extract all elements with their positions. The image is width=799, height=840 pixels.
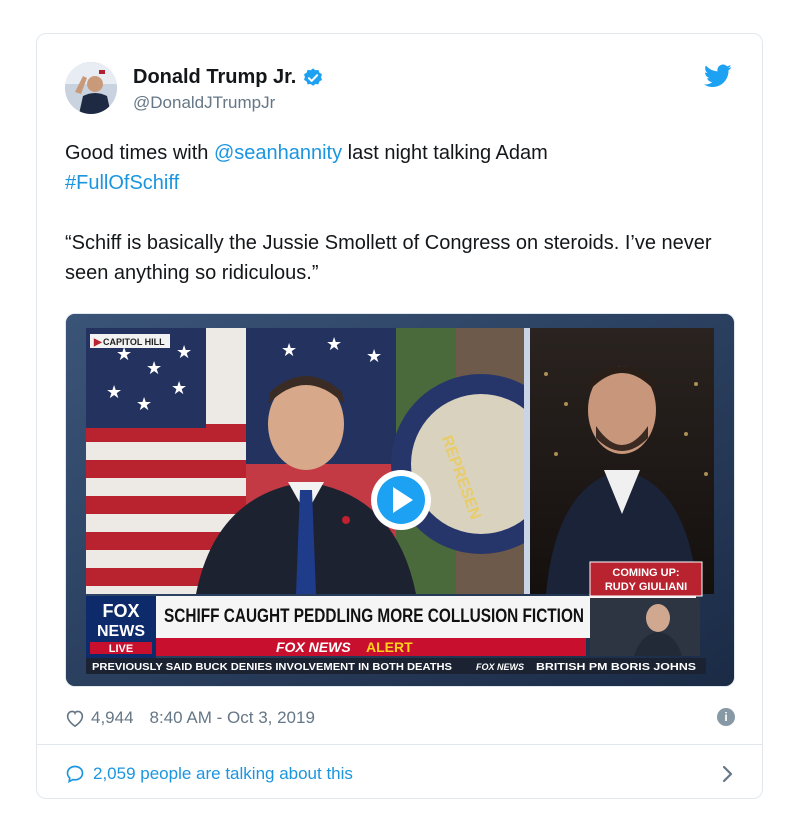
video-thumbnail[interactable]: ★ ★ ★ ★ ★ ★ ★ ★ ★ REPRESEN ▶ CAPITOL HIL… xyxy=(65,313,735,687)
fox-logo: FOX xyxy=(102,601,139,621)
talking-count[interactable]: 2,059 people are talking about this xyxy=(93,764,353,784)
twitter-bird-icon[interactable] xyxy=(704,64,732,88)
coming-up-line2: RUDY GIULIANI xyxy=(605,581,687,593)
alert-prefix: FOX NEWS xyxy=(276,639,351,655)
divider xyxy=(37,744,762,745)
author-name-row[interactable]: Donald Trump Jr. xyxy=(133,66,324,89)
conversation-link[interactable]: 2,059 people are talking about this xyxy=(65,760,735,788)
coming-up-line1: COMING UP: xyxy=(612,567,679,579)
headline: SCHIFF CAUGHT PEDDLING MORE COLLUSION FI… xyxy=(164,606,584,627)
speech-bubble-icon xyxy=(66,765,84,784)
svg-text:★: ★ xyxy=(176,342,192,362)
timestamp[interactable]: 8:40 AM - Oct 3, 2019 xyxy=(150,708,315,728)
author-block: Donald Trump Jr. @DonaldJTrumpJr xyxy=(133,66,324,113)
tweet-text-part: last night talking Adam xyxy=(342,142,548,164)
svg-text:★: ★ xyxy=(106,382,122,402)
live-label: LIVE xyxy=(109,643,133,655)
avatar[interactable] xyxy=(65,62,117,114)
svg-text:★: ★ xyxy=(366,346,382,366)
ticker-right: BRITISH PM BORIS JOHNS xyxy=(536,662,696,673)
svg-text:★: ★ xyxy=(171,378,187,398)
hashtag-link[interactable]: #FullOfSchiff xyxy=(65,172,179,194)
tweet-text: Good times with @seanhannity last night … xyxy=(65,138,735,288)
author-handle[interactable]: @DonaldJTrumpJr xyxy=(133,93,324,113)
author-name[interactable]: Donald Trump Jr. xyxy=(133,66,296,89)
tweet-quote: “Schiff is basically the Jussie Smollett… xyxy=(65,232,712,284)
svg-text:★: ★ xyxy=(326,334,342,354)
chevron-right-icon[interactable] xyxy=(721,764,735,784)
play-icon[interactable] xyxy=(371,470,431,530)
tweet-text-line1: Good times with @seanhannity last night … xyxy=(65,138,735,168)
verified-badge-icon xyxy=(304,67,323,86)
svg-text:★: ★ xyxy=(146,358,162,378)
tweet-meta: 4,944 8:40 AM - Oct 3, 2019 i xyxy=(65,704,735,732)
tweet-text-line2: #FullOfSchiff xyxy=(65,168,735,198)
news-logo: NEWS xyxy=(97,623,145,640)
ticker-logo: FOX NEWS xyxy=(476,662,524,672)
svg-text:★: ★ xyxy=(136,394,152,414)
svg-text:★: ★ xyxy=(281,340,297,360)
tweet-card: Donald Trump Jr. @DonaldJTrumpJr Good ti… xyxy=(36,33,763,799)
like-count[interactable]: 4,944 xyxy=(91,708,134,728)
svg-text:▶: ▶ xyxy=(93,337,103,348)
heart-icon[interactable] xyxy=(65,709,85,727)
video-frame: ★★★ ★★★ ★ ★★ REPRESEN ▶ CAPITOL HILL COM… xyxy=(66,314,734,686)
tweet-text-part: Good times with xyxy=(65,142,214,164)
ticker-left: PREVIOUSLY SAID BUCK DENIES INVOLVEMENT … xyxy=(92,662,452,673)
alert-word: ALERT xyxy=(366,639,413,655)
mention-link[interactable]: @seanhannity xyxy=(214,142,342,164)
location-tag: CAPITOL HILL xyxy=(103,337,165,347)
info-icon[interactable]: i xyxy=(717,708,735,726)
